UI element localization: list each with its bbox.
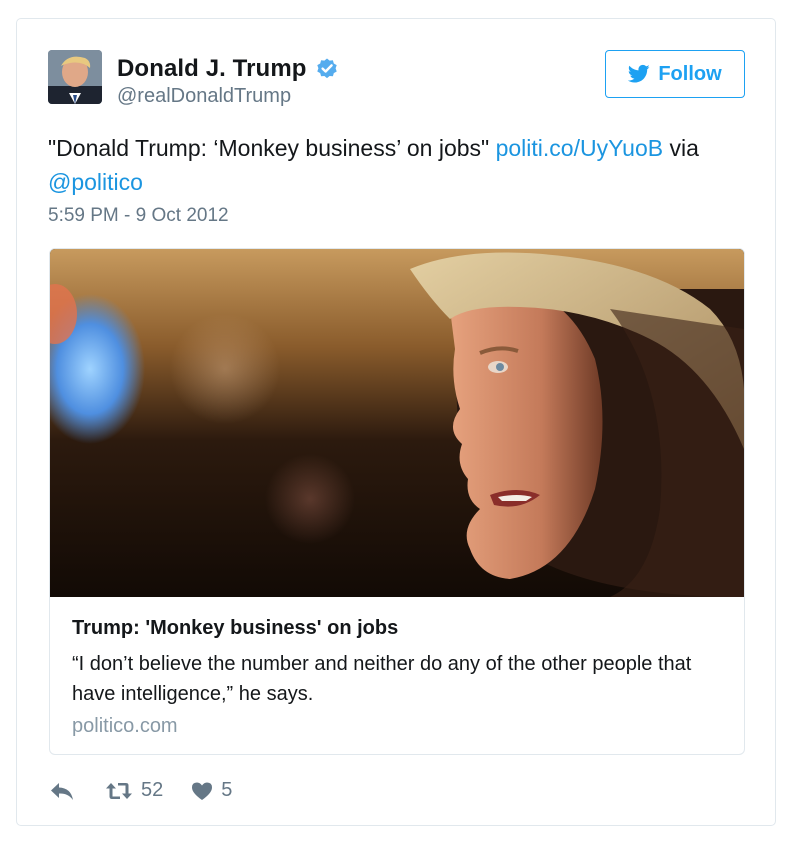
embedded-tweet: Donald J. Trump @realDonaldTrump Follow … <box>16 18 776 826</box>
mention-link[interactable]: @politico <box>48 169 143 195</box>
avatar[interactable] <box>48 50 102 104</box>
like-button[interactable]: 5 <box>191 779 232 802</box>
avatar-image <box>48 50 102 104</box>
tweet-link[interactable]: politi.co/UyYuoB <box>496 135 663 161</box>
follow-label: Follow <box>658 62 722 85</box>
like-count: 5 <box>221 779 233 801</box>
reply-button[interactable] <box>49 780 75 802</box>
twitter-bird-icon <box>628 64 650 84</box>
retweet-count: 52 <box>141 779 164 801</box>
heart-icon <box>191 781 213 801</box>
card-image[interactable] <box>50 249 744 597</box>
tweet-text-via: via <box>663 135 699 161</box>
name-row: Donald J. Trump <box>117 55 339 83</box>
card-description: “I don’t believe the number and neither … <box>72 653 692 705</box>
tweet-actions: 52 5 <box>49 779 232 802</box>
timestamp[interactable]: 5:59 PM - 9 Oct 2012 <box>48 205 229 227</box>
link-card[interactable]: Trump: 'Monkey business' on jobs “I don’… <box>49 248 745 755</box>
card-domain: politico.com <box>72 715 178 737</box>
retweet-icon <box>105 780 133 802</box>
reply-icon <box>49 780 75 802</box>
display-name[interactable]: Donald J. Trump <box>117 55 307 83</box>
tweet-text-prefix: "Donald Trump: ‘Monkey business’ on jobs… <box>48 135 496 161</box>
follow-button[interactable]: Follow <box>605 50 745 98</box>
card-title: Trump: 'Monkey business' on jobs <box>72 617 399 639</box>
verified-badge-icon <box>315 57 339 81</box>
retweet-button[interactable]: 52 <box>105 779 163 802</box>
user-handle[interactable]: @realDonaldTrump <box>117 85 291 108</box>
tweet-text: "Donald Trump: ‘Monkey business’ on jobs… <box>48 131 748 199</box>
